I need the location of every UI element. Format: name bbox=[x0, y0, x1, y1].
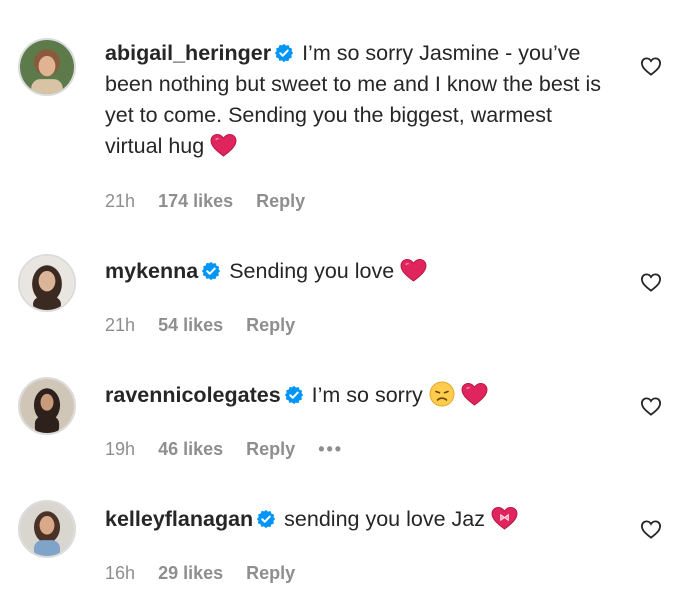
comment-time: 16h bbox=[105, 563, 136, 583]
comment-text: kelleyflanagan sending you love Jaz bbox=[105, 504, 615, 535]
comment: kelleyflanagan sending you love Jaz 16h … bbox=[0, 0, 680, 599]
likes-count[interactable]: 29 likes bbox=[158, 563, 223, 583]
verified-badge-icon bbox=[256, 509, 276, 529]
comment-body: sending you love Jaz bbox=[284, 507, 485, 531]
heart-with-ribbon-emoji-icon bbox=[491, 506, 518, 530]
comment-meta: 16h 29 likes Reply bbox=[105, 563, 313, 584]
avatar[interactable] bbox=[18, 500, 76, 558]
reply-button[interactable]: Reply bbox=[246, 563, 295, 583]
avatar-image bbox=[20, 502, 74, 556]
username[interactable]: kelleyflanagan bbox=[105, 507, 253, 531]
like-heart-icon[interactable] bbox=[640, 519, 662, 539]
